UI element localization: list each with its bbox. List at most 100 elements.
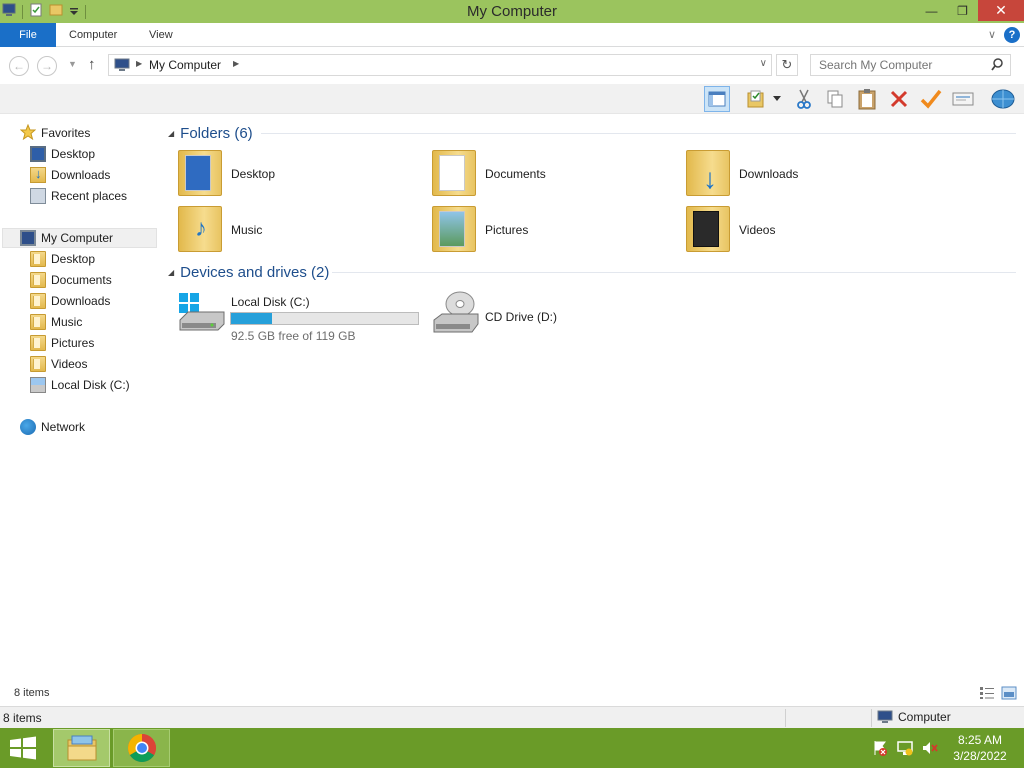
folder-tile-desktop[interactable]: Desktop (160, 147, 400, 201)
restore-button[interactable]: ❐ (947, 0, 978, 21)
folder-check-icon (747, 90, 764, 108)
item-count: 8 items (14, 687, 50, 699)
action-center-icon[interactable] (872, 740, 888, 759)
folder-icon (30, 272, 46, 288)
cut-button[interactable] (791, 86, 817, 112)
address-bar[interactable]: ▶ My Computer ▶ ∨ (108, 54, 772, 76)
address-dropdown-icon[interactable]: ∨ (760, 58, 767, 69)
folder-tile-videos[interactable]: Videos (668, 203, 908, 257)
folder-icon (30, 293, 46, 309)
nav-favorites-desktop[interactable]: Desktop (30, 144, 95, 164)
network-icon (20, 419, 36, 435)
nav-label: Documents (51, 273, 112, 287)
nav-computer-documents[interactable]: Documents (30, 270, 112, 290)
nav-computer-desktop[interactable]: Desktop (30, 249, 95, 269)
tab-view[interactable]: View (149, 23, 173, 47)
group-title: Folders (6) (180, 124, 253, 142)
close-button[interactable]: ✕ (978, 0, 1024, 21)
drive-tile-cd-drive[interactable]: CD Drive (D:) (414, 290, 614, 344)
folder-icon (30, 356, 46, 372)
folder-tile-downloads[interactable]: ↓ Downloads (668, 147, 908, 201)
select-dropdown-button[interactable] (769, 86, 785, 112)
disk-usage-fill (231, 313, 273, 324)
search-box[interactable] (810, 54, 1011, 76)
start-button[interactable] (8, 736, 38, 760)
window-status-bar: 8 items Computer (0, 706, 1024, 728)
network-status-icon[interactable] (897, 740, 913, 759)
system-tray (872, 740, 938, 759)
nav-favorites-downloads[interactable]: Downloads (30, 165, 110, 185)
scissors-icon (797, 89, 811, 109)
group-header-folders[interactable]: ◢ Folders (6) (168, 123, 253, 143)
select-folder-button[interactable] (743, 86, 769, 112)
group-header-devices[interactable]: ◢ Devices and drives (2) (168, 262, 329, 282)
expand-ribbon-icon[interactable]: ∨ (988, 28, 996, 41)
collapse-icon[interactable]: ◢ (168, 129, 174, 138)
network-button[interactable] (990, 86, 1016, 112)
drive-name: CD Drive (D:) (485, 310, 557, 324)
tab-file[interactable]: File (0, 23, 56, 47)
folder-label: Documents (485, 167, 546, 181)
window-title: My Computer (466, 3, 558, 20)
chrome-icon (127, 734, 156, 762)
large-icons-view-button[interactable] (1001, 686, 1017, 700)
folder-icon (30, 335, 46, 351)
explorer-status-bar: 8 items (0, 683, 1024, 705)
folder-icon (30, 251, 46, 267)
nav-favorites-recent-places[interactable]: Recent places (30, 186, 127, 206)
back-button[interactable]: ← (9, 56, 29, 76)
computer-icon (114, 58, 130, 75)
preview-pane-button[interactable] (704, 86, 730, 112)
nav-label: Downloads (51, 168, 111, 182)
breadcrumb-chevron-icon[interactable]: ▶ (233, 59, 239, 68)
nav-my-computer[interactable]: My Computer (2, 228, 157, 248)
globe-icon (991, 89, 1015, 109)
recent-locations-icon[interactable]: ▼ (68, 59, 77, 69)
nav-computer-local-disk[interactable]: Local Disk (C:) (30, 375, 130, 395)
details-view-button[interactable] (979, 686, 995, 700)
drive-name: Local Disk (C:) (231, 295, 310, 309)
paste-button[interactable] (854, 86, 880, 112)
rename-button[interactable] (918, 86, 944, 112)
nav-label: Videos (51, 357, 88, 371)
nav-computer-videos[interactable]: Videos (30, 354, 87, 374)
clock-time: 8:25 AM (957, 733, 1003, 747)
nav-network[interactable]: Network (20, 417, 85, 437)
search-input[interactable] (811, 55, 981, 75)
nav-computer-pictures[interactable]: Pictures (30, 333, 94, 353)
taskbar-file-explorer[interactable] (53, 729, 110, 767)
taskbar-clock[interactable]: 8:25 AM 3/28/2022 (944, 732, 1016, 764)
properties-button[interactable] (950, 86, 976, 112)
nav-computer-music[interactable]: Music (30, 312, 82, 332)
taskbar-chrome[interactable] (113, 729, 170, 767)
group-divider (261, 133, 1016, 134)
breadcrumb-chevron-icon[interactable]: ▶ (136, 59, 142, 68)
pictures-folder-icon (432, 206, 476, 252)
up-button[interactable]: ↑ (88, 56, 96, 73)
file-explorer-icon (67, 735, 96, 761)
help-icon[interactable]: ? (1004, 27, 1020, 43)
status-zone: Computer (877, 710, 951, 724)
copy-button[interactable] (822, 86, 848, 112)
folder-tile-documents[interactable]: Documents (414, 147, 654, 201)
delete-button[interactable] (886, 86, 912, 112)
properties-icon (952, 92, 974, 106)
volume-muted-icon[interactable] (922, 740, 938, 759)
drive-tile-local-disk[interactable]: Local Disk (C:) 92.5 GB free of 119 GB (160, 290, 422, 344)
collapse-icon[interactable]: ◢ (168, 268, 174, 277)
nav-computer-downloads[interactable]: Downloads (30, 291, 110, 311)
minimize-button[interactable]: — (916, 0, 947, 21)
refresh-button[interactable]: ↻ (776, 54, 798, 76)
status-separator (785, 709, 786, 727)
search-icon[interactable] (991, 58, 1004, 74)
folder-tile-pictures[interactable]: Pictures (414, 203, 654, 257)
cd-drive-icon (433, 291, 479, 333)
nav-label: Music (51, 315, 83, 329)
nav-label: Network (41, 420, 86, 434)
nav-favorites[interactable]: Favorites (19, 123, 90, 143)
tab-computer[interactable]: Computer (69, 23, 117, 47)
breadcrumb-my-computer[interactable]: My Computer (149, 58, 221, 72)
hard-drive-icon (179, 293, 225, 331)
forward-button[interactable]: → (37, 56, 57, 76)
folder-tile-music[interactable]: ♪ Music (160, 203, 400, 257)
